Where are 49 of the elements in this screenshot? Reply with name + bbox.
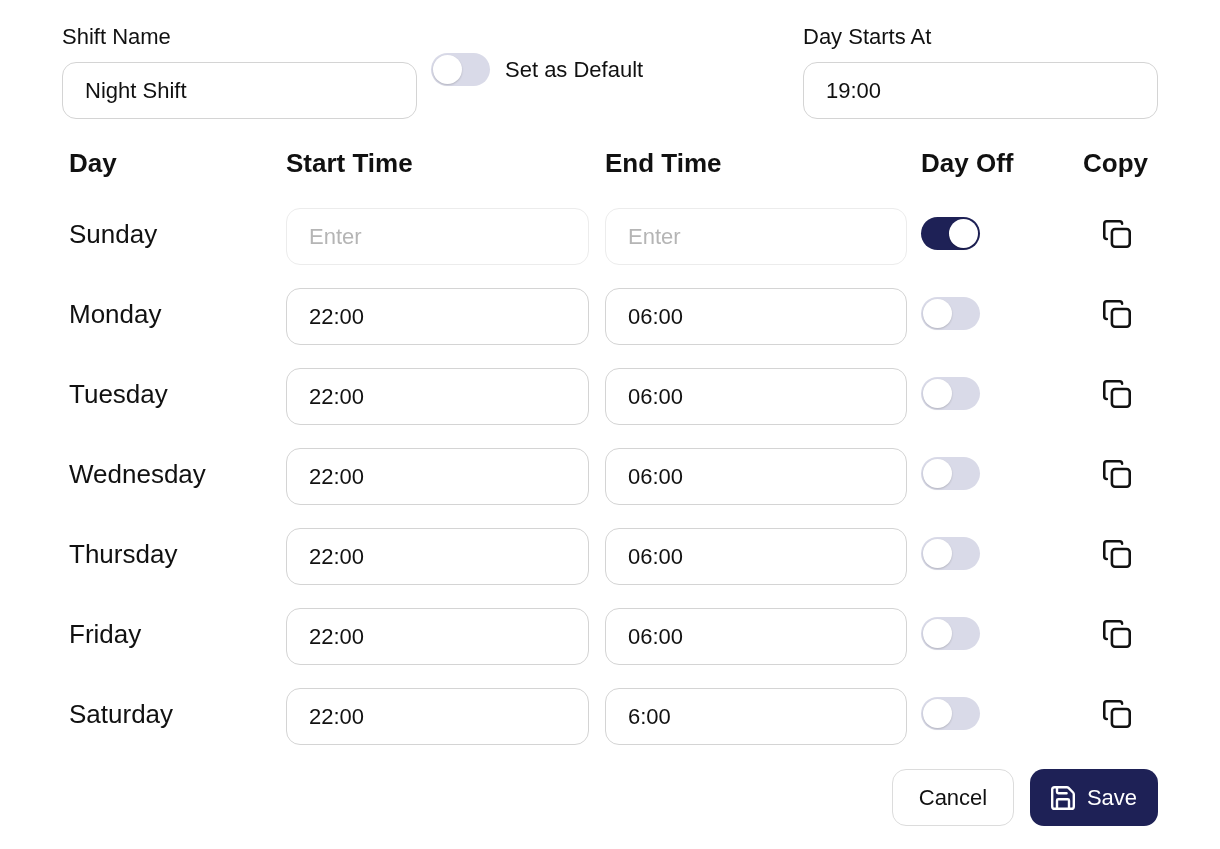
shift-name-field[interactable]: Night Shift	[62, 62, 417, 119]
column-header: Copy	[1083, 147, 1148, 179]
column-header: Day Off	[921, 147, 1014, 179]
default-toggle[interactable]	[431, 53, 490, 86]
field-label: Day Starts At	[803, 23, 932, 51]
end-time-field[interactable]: 06:00	[605, 288, 907, 345]
column-header: Start Time	[286, 147, 413, 179]
day-off-toggle[interactable]	[921, 457, 980, 490]
copy-icon[interactable]	[1103, 699, 1131, 728]
copy-icon[interactable]	[1103, 299, 1131, 328]
end-time-field[interactable]: 06:00	[605, 608, 907, 665]
column-header: End Time	[605, 147, 722, 179]
start-time-field[interactable]: 22:00	[286, 288, 589, 345]
toggle-label: Set as Default	[505, 55, 644, 84]
save-icon	[1050, 785, 1075, 810]
day-start-field[interactable]: 19:00	[803, 62, 1158, 119]
copy-icon[interactable]	[1103, 619, 1131, 648]
day-label: Thursday	[69, 537, 178, 570]
day-label: Friday	[69, 617, 142, 650]
cancel-button[interactable]: Cancel	[892, 769, 1014, 826]
end-time-field[interactable]: 6:00	[605, 688, 907, 745]
start-time-field[interactable]: 22:00	[286, 448, 589, 505]
column-header: Day	[69, 147, 117, 179]
day-off-toggle[interactable]	[921, 537, 980, 570]
end-time-field[interactable]: Enter	[605, 208, 907, 265]
save-button[interactable]: Save	[1030, 769, 1158, 826]
day-label: Saturday	[69, 697, 174, 730]
start-time-field[interactable]: 22:00	[286, 688, 589, 745]
end-time-field[interactable]: 06:00	[605, 528, 907, 585]
end-time-field[interactable]: 06:00	[605, 448, 907, 505]
day-label: Sunday	[69, 217, 158, 250]
start-time-field[interactable]: 22:00	[286, 368, 589, 425]
field-label: Shift Name	[62, 23, 171, 51]
day-label: Monday	[69, 297, 162, 330]
start-time-field[interactable]: Enter	[286, 208, 589, 265]
day-off-toggle[interactable]	[921, 377, 980, 410]
start-time-field[interactable]: 22:00	[286, 528, 589, 585]
end-time-field[interactable]: 06:00	[605, 368, 907, 425]
day-label: Tuesday	[69, 377, 168, 410]
day-off-toggle[interactable]	[921, 217, 980, 250]
day-off-toggle[interactable]	[921, 617, 980, 650]
day-off-toggle[interactable]	[921, 297, 980, 330]
copy-icon[interactable]	[1103, 459, 1131, 488]
day-off-toggle[interactable]	[921, 697, 980, 730]
copy-icon[interactable]	[1103, 539, 1131, 568]
start-time-field[interactable]: 22:00	[286, 608, 589, 665]
day-label: Wednesday	[69, 457, 206, 490]
copy-icon[interactable]	[1103, 379, 1131, 408]
copy-icon[interactable]	[1103, 219, 1131, 248]
